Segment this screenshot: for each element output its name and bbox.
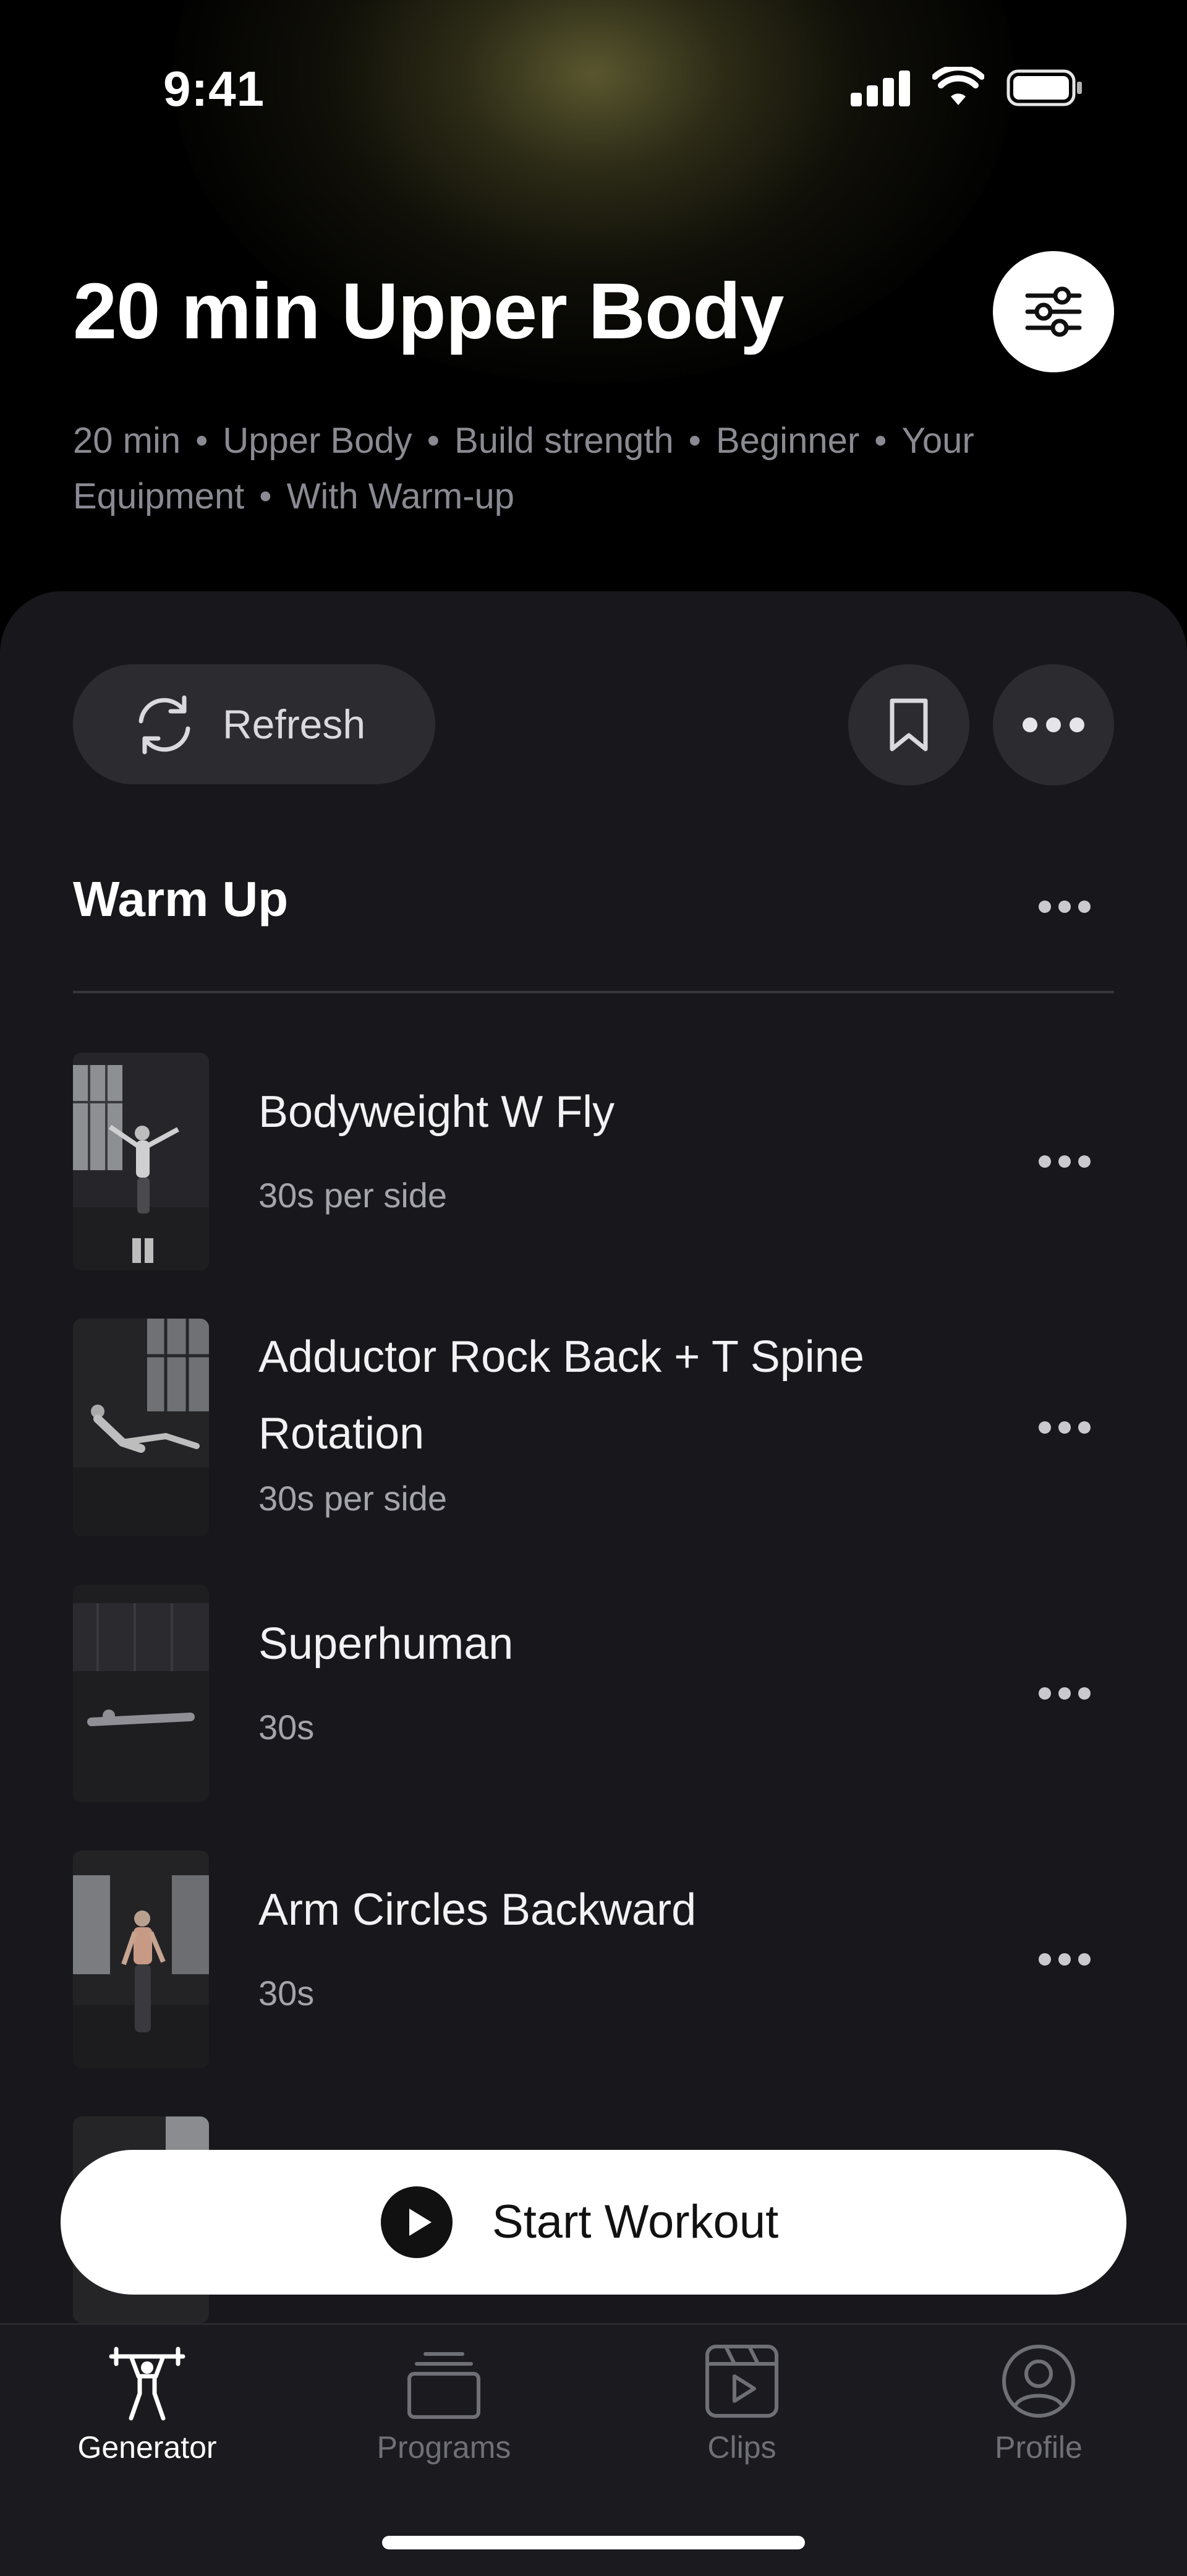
exercise-detail: 30s	[258, 1708, 315, 1747]
tab-programs[interactable]: Programs	[314, 2338, 574, 2465]
exercise-thumbnail	[73, 1319, 209, 1536]
workout-meta: 20 min • Upper Body • Build strength • Beginne…	[73, 413, 1124, 524]
meta-duration: 20 min	[73, 421, 181, 461]
exercise-row[interactable]: Superhuman 30s	[73, 1585, 1114, 1802]
more-options-button[interactable]	[993, 664, 1114, 785]
play-icon	[381, 2186, 453, 2258]
exercise-thumbnail	[73, 1851, 209, 2068]
meta-separator: •	[427, 421, 440, 461]
section-more-button[interactable]	[1034, 888, 1096, 925]
weightlifter-icon	[109, 2347, 185, 2421]
tab-label: Programs	[377, 2430, 511, 2465]
sliders-icon	[1025, 286, 1082, 337]
more-dots-icon	[1034, 1675, 1096, 1712]
clips-play-icon	[705, 2345, 778, 2418]
section-divider	[73, 991, 1114, 993]
exercise-more-button[interactable]	[1034, 1409, 1096, 1446]
meta-separator: •	[874, 421, 887, 461]
exercise-more-button[interactable]	[1034, 1941, 1096, 1978]
more-dots-icon	[993, 664, 1114, 785]
filter-button[interactable]	[993, 251, 1114, 372]
tab-generator[interactable]: Generator	[17, 2338, 277, 2465]
meta-body-area: Upper Body	[223, 421, 412, 461]
profile-icon	[1002, 2345, 1075, 2418]
more-dots-icon	[1034, 1941, 1096, 1978]
refresh-icon	[138, 695, 190, 755]
exercise-row[interactable]: Arm Circles Backward 30s	[73, 1851, 1114, 2068]
tab-clips[interactable]: Clips	[612, 2338, 872, 2465]
wifi-icon	[932, 67, 984, 105]
tab-profile[interactable]: Profile	[909, 2338, 1168, 2465]
bookmark-icon	[890, 698, 928, 751]
meta-separator: •	[195, 421, 208, 461]
home-indicator[interactable]	[382, 2536, 805, 2549]
exercise-row[interactable]: Adductor Rock Back + T Spine Rotation 30…	[73, 1319, 1114, 1536]
meta-separator: •	[259, 476, 272, 516]
exercise-name: Superhuman	[258, 1619, 514, 1669]
meta-separator: •	[688, 421, 701, 461]
start-workout-label: Start Workout	[492, 2196, 779, 2248]
cellular-signal-icon	[851, 71, 911, 106]
meta-warmup: With Warm-up	[286, 476, 515, 516]
exercise-detail: 30s per side	[258, 1176, 448, 1215]
exercise-detail: 30s per side	[258, 1479, 448, 1518]
start-workout-button[interactable]: Start Workout	[61, 2150, 1126, 2295]
meta-goal: Build strength	[454, 421, 674, 461]
refresh-label: Refresh	[223, 701, 366, 747]
exercise-more-button[interactable]	[1034, 1143, 1096, 1180]
more-dots-icon	[1034, 1143, 1096, 1180]
exercise-name: Arm Circles Backward	[258, 1885, 697, 1935]
exercise-name: Bodyweight W Fly	[258, 1087, 615, 1137]
more-dots-icon	[1034, 888, 1096, 925]
battery-icon	[1006, 69, 1082, 106]
stack-icon	[407, 2352, 480, 2419]
tab-label: Profile	[995, 2430, 1083, 2465]
tab-label: Clips	[707, 2430, 776, 2465]
exercise-name: Adductor Rock Back + T Spine Rotation	[258, 1332, 864, 1458]
exercise-detail: 30s	[258, 1974, 315, 2013]
exercise-thumbnail	[73, 1053, 209, 1270]
bookmark-button[interactable]	[848, 664, 969, 785]
refresh-button[interactable]: Refresh	[73, 664, 435, 784]
tab-label: Generator	[77, 2430, 217, 2465]
status-time: 9:41	[163, 61, 265, 116]
exercise-more-button[interactable]	[1034, 1675, 1096, 1712]
exercise-row[interactable]: Bodyweight W Fly 30s per side	[73, 1053, 1114, 1270]
meta-level: Beginner	[715, 421, 860, 461]
more-dots-icon	[1034, 1409, 1096, 1446]
section-title: Warm Up	[73, 871, 289, 926]
page-title: 20 min Upper Body	[73, 267, 784, 356]
status-bar: 9:41	[0, 0, 1187, 116]
exercise-thumbnail	[73, 1585, 209, 1802]
